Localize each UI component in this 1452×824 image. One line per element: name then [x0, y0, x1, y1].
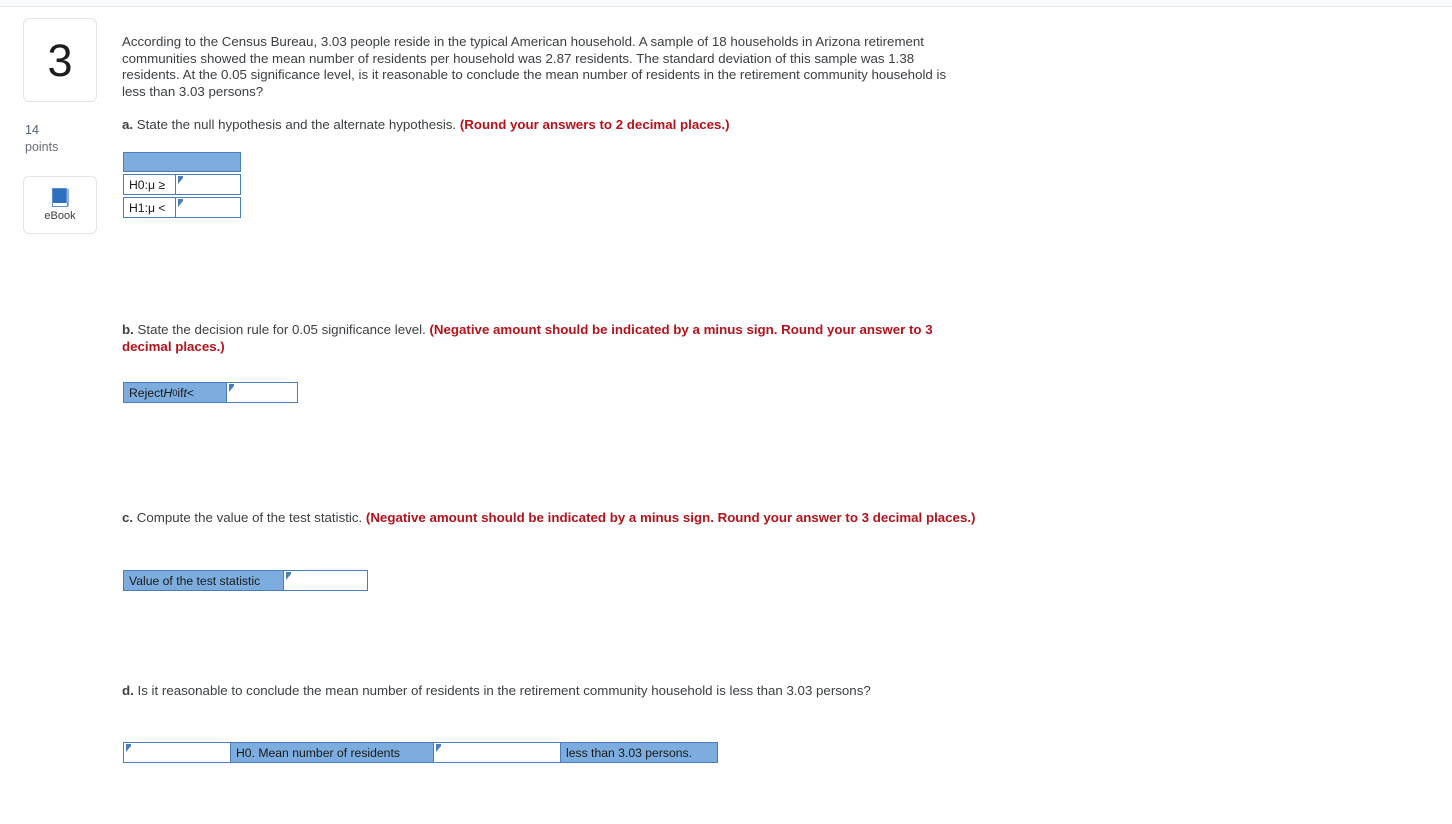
question-sidebar: 3 14 points eBook — [23, 18, 99, 234]
alternate-hypothesis-prefix: H1: — [129, 200, 148, 215]
part-b-text: State the decision rule for 0.05 signifi… — [133, 321, 430, 337]
part-a-prompt: a. State the null hypothesis and the alt… — [122, 117, 977, 134]
null-hypothesis-label: H0: μ ≥ — [123, 174, 176, 195]
points-value: 14 — [25, 123, 39, 137]
test-statistic-input[interactable] — [283, 570, 368, 591]
ebook-label: eBook — [44, 209, 76, 222]
decision-rule-h: H — [163, 385, 173, 400]
hypothesis-table: H0: μ ≥ H1: μ < — [123, 152, 241, 218]
conclusion-middle-label: H0. Mean number of residents — [230, 742, 434, 763]
part-a-instruction: (Round your answers to 2 decimal places.… — [459, 117, 730, 133]
decision-rule-row: Reject H0 if t < — [123, 382, 298, 403]
question-number: 3 — [47, 34, 73, 86]
alternate-hypothesis-label: H1: μ < — [123, 197, 176, 218]
hypothesis-row-null: H0: μ ≥ — [123, 174, 241, 195]
points-block: 14 points — [23, 122, 99, 156]
part-d-marker: d. — [122, 682, 134, 698]
test-statistic-row: Value of the test statistic — [123, 570, 368, 591]
part-a-text: State the null hypothesis and the altern… — [133, 117, 460, 133]
hypothesis-table-header — [123, 152, 241, 172]
decision-rule-reject-word: Reject — [129, 385, 164, 400]
part-c-marker: c. — [122, 510, 134, 526]
part-b-marker: b. — [122, 321, 134, 337]
part-d-text: Is it reasonable to conclude the mean nu… — [133, 682, 871, 698]
book-icon — [51, 187, 70, 207]
null-hypothesis-input[interactable] — [175, 174, 241, 195]
conclusion-row: H0. Mean number of residents less than 3… — [123, 742, 718, 763]
alternate-hypothesis-operator: μ < — [147, 200, 166, 215]
conclusion-input-1[interactable] — [123, 742, 231, 763]
part-a-marker: a. — [122, 117, 134, 133]
part-c-instruction: (Negative amount should be indicated by … — [365, 510, 976, 526]
conclusion-input-2[interactable] — [433, 742, 561, 763]
top-chrome-strip — [0, 0, 1452, 7]
decision-rule-input[interactable] — [226, 382, 298, 403]
null-hypothesis-prefix: H0: — [129, 177, 148, 192]
part-d-prompt: d. Is it reasonable to conclude the mean… — [122, 683, 977, 700]
alternate-hypothesis-input[interactable] — [175, 197, 241, 218]
question-body: According to the Census Bureau, 3.03 peo… — [122, 34, 947, 99]
test-statistic-label: Value of the test statistic — [123, 570, 284, 591]
question-content: According to the Census Bureau, 3.03 peo… — [122, 34, 1422, 699]
part-c-prompt: c. Compute the value of the test statist… — [122, 510, 977, 527]
decision-rule-operator: < — [186, 385, 194, 400]
points-label: points — [25, 139, 59, 154]
conclusion-end-label: less than 3.03 persons. — [560, 742, 718, 763]
null-hypothesis-operator: μ ≥ — [147, 177, 166, 192]
part-b-prompt: b. State the decision rule for 0.05 sign… — [122, 322, 977, 355]
decision-rule-label: Reject H0 if t < — [123, 382, 227, 403]
hypothesis-row-alternate: H1: μ < — [123, 197, 241, 218]
question-number-card: 3 — [23, 18, 97, 102]
part-c-text: Compute the value of the test statistic. — [133, 510, 366, 526]
ebook-button[interactable]: eBook — [23, 175, 97, 234]
